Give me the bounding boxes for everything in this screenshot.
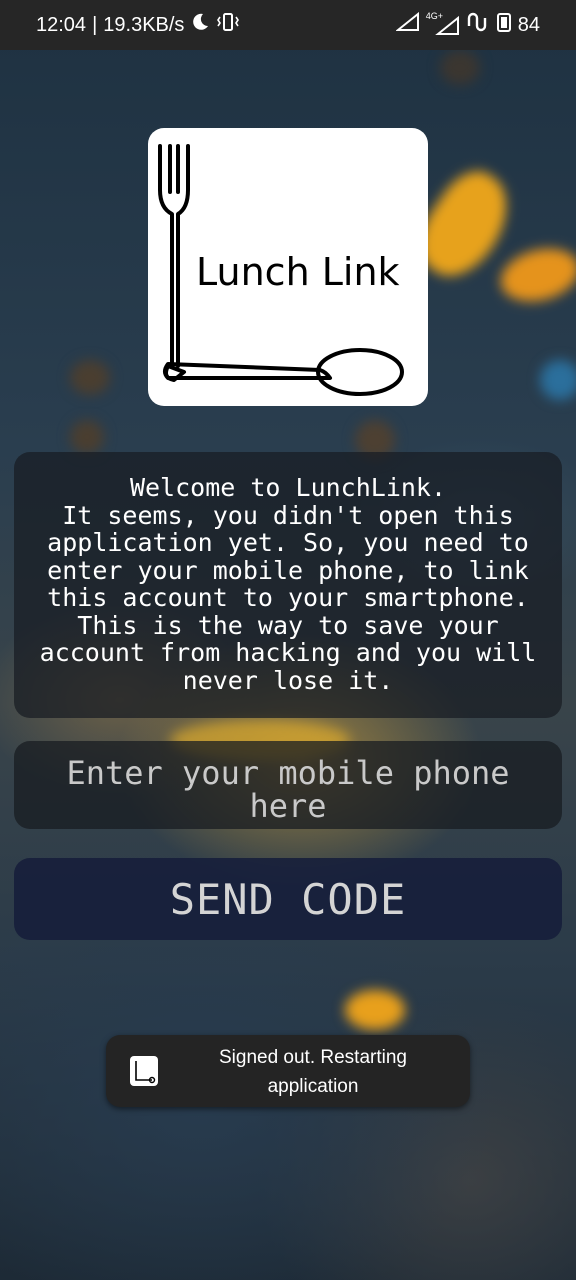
welcome-line: It seems, you didn't open this	[62, 500, 514, 530]
status-right: 4G+ 84	[394, 11, 540, 39]
send-code-button[interactable]: SEND CODE	[14, 858, 562, 940]
orange-slice-decoration	[494, 240, 576, 310]
welcome-line: application yet. So, you need to	[47, 528, 529, 557]
phone-number-input[interactable]: Enter your mobile phone here	[14, 741, 562, 829]
welcome-line: never lose it.	[182, 665, 394, 695]
welcome-line: enter your mobile phone, to link	[47, 555, 529, 585]
status-left: 12:04 | 19.3KB/s	[36, 12, 240, 38]
toast-message: Signed out. Restarting application	[218, 1047, 407, 1097]
app-logo: Lunch Link	[148, 128, 428, 406]
vibrate-icon	[216, 12, 240, 38]
send-code-label: SEND CODE	[169, 874, 407, 924]
orange-decoration	[345, 990, 405, 1030]
welcome-line: account from hacking and you will	[39, 638, 537, 667]
signal-icon	[394, 11, 420, 38]
status-net-speed: 19.3KB/s	[103, 13, 185, 36]
moon-icon	[190, 12, 210, 38]
coffee-bean-decoration	[440, 50, 480, 85]
app-icon	[130, 1056, 158, 1086]
blue-decoration	[540, 360, 576, 400]
welcome-message-card: Welcome to LunchLink. It seems, you didn…	[14, 452, 562, 718]
status-bar: 12:04 | 19.3KB/s 4G+ 84	[0, 0, 576, 50]
fork-icon	[158, 144, 190, 382]
phone-input-placeholder: Enter your mobile phone here	[66, 754, 510, 825]
spoon-icon	[163, 348, 404, 396]
battery-level: 84	[517, 13, 540, 36]
toast-notification: Signed out. Restarting application	[106, 1035, 470, 1107]
battery-icon	[496, 11, 512, 39]
status-separator: |	[92, 13, 98, 36]
coffee-bean-decoration	[70, 420, 104, 454]
coffee-bean-decoration	[70, 360, 110, 395]
sync-icon	[466, 12, 490, 38]
welcome-line: Welcome to LunchLink.	[129, 473, 447, 502]
welcome-line: This is the way to save your	[77, 610, 499, 640]
status-time: 12:04	[36, 13, 87, 36]
signal-4g-icon: 4G+	[426, 11, 460, 36]
welcome-line: this account to your smartphone.	[47, 583, 529, 612]
logo-text: Lunch Link	[196, 250, 400, 294]
